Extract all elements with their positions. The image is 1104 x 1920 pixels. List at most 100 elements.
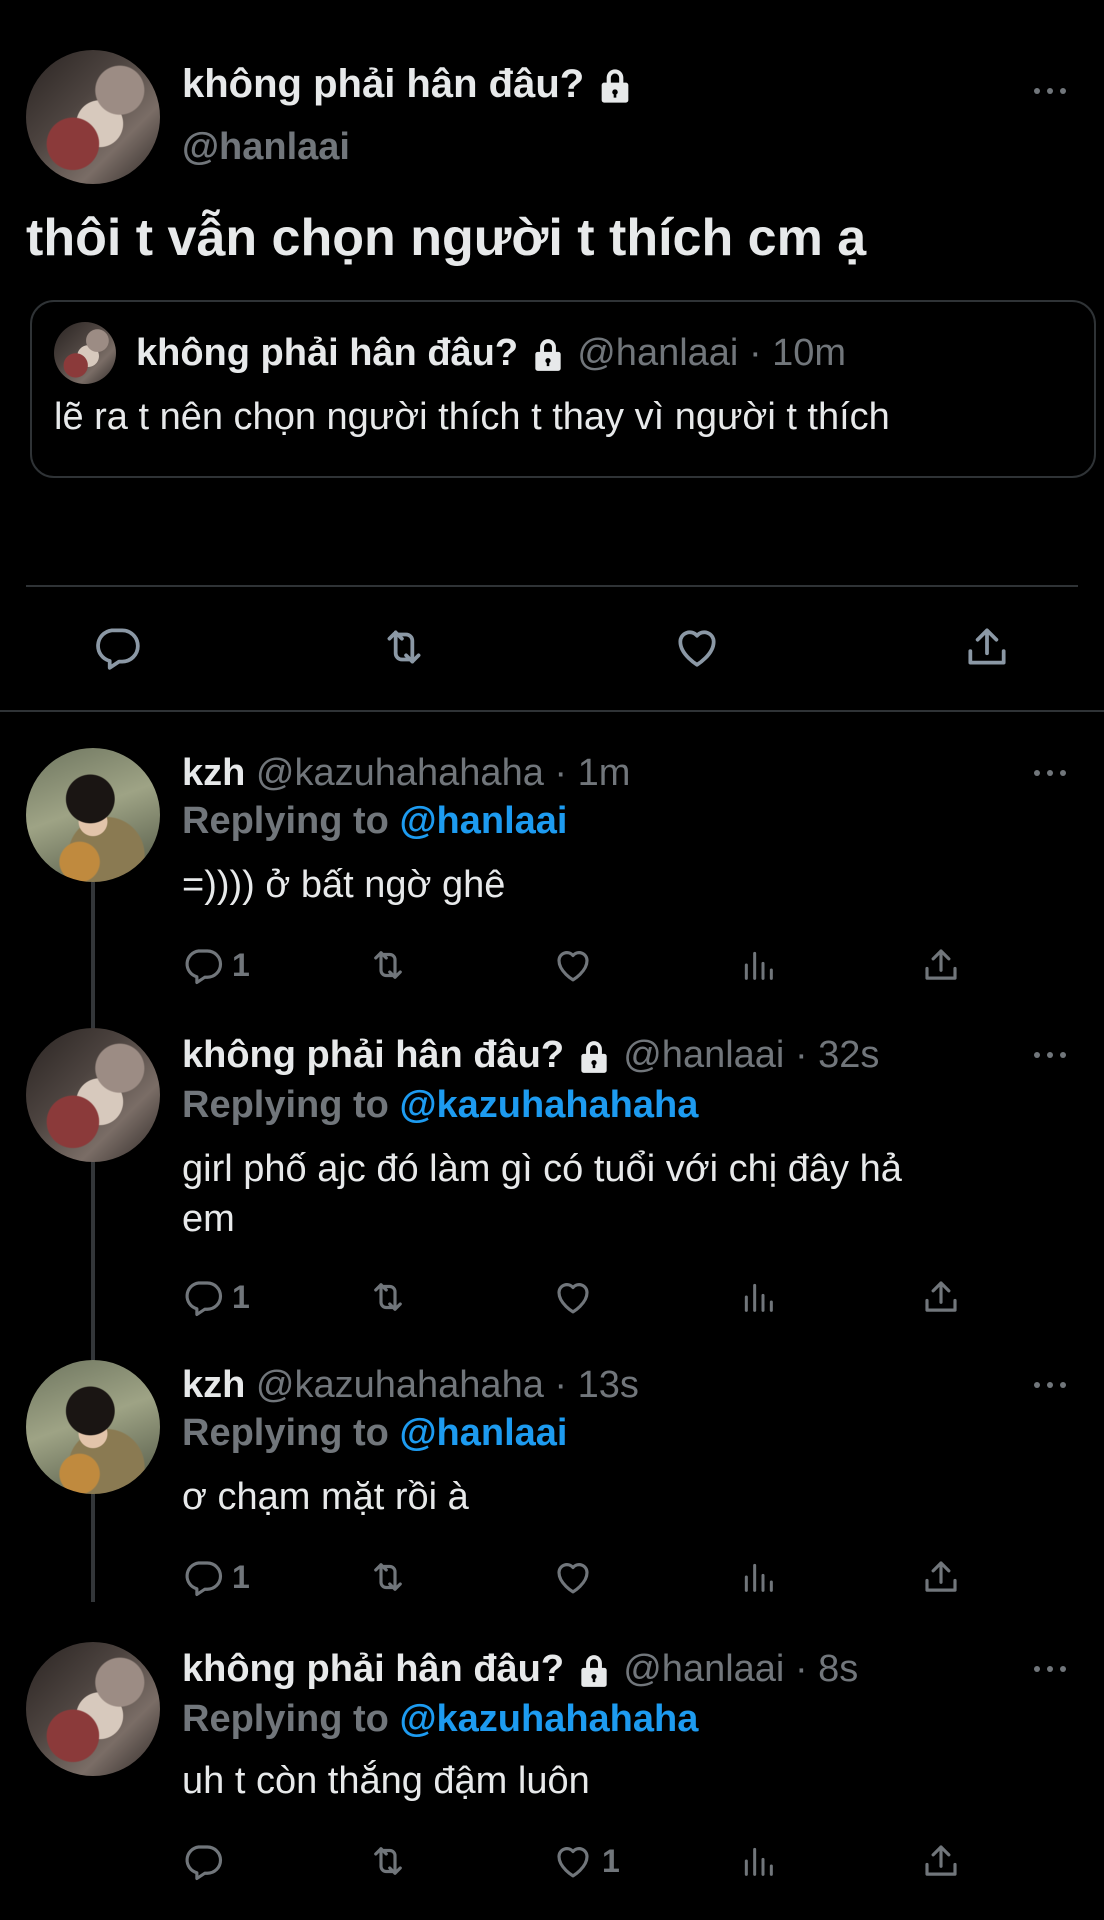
views-button[interactable] [738, 1840, 778, 1882]
share-button[interactable] [962, 622, 1012, 672]
reply-author-handle[interactable]: @hanlaai [623, 1034, 784, 1076]
reply-author-name[interactable]: không phải hân đâu? [182, 1034, 564, 1076]
share-button[interactable] [920, 1840, 962, 1882]
tweet-text: thôi t vẫn chọn người t thích cm ạ [26, 209, 867, 267]
replying-to-label: Replying to [182, 1698, 389, 1740]
reply-icon [185, 1561, 223, 1597]
like-button[interactable] [552, 1556, 602, 1598]
views-icon [744, 1283, 773, 1312]
like-button[interactable]: 1 [552, 1840, 620, 1882]
author-name[interactable]: không phải hân đâu? [182, 62, 584, 106]
share-icon [925, 1561, 957, 1592]
reply-button[interactable]: 1 [182, 1276, 250, 1318]
retweet-icon [374, 1847, 402, 1875]
retweet-button[interactable] [366, 1556, 410, 1598]
reply-author-handle[interactable]: @kazuhahahaha [256, 1364, 544, 1406]
reply-count: 1 [232, 1558, 250, 1595]
reply-icon [185, 1281, 223, 1317]
author-handle[interactable]: @hanlaai [182, 126, 350, 169]
quoted-author-row: không phải hân đâu? @hanlaai · 10m [136, 332, 846, 375]
retweet-button[interactable] [366, 944, 410, 986]
replying-to-label: Replying to [182, 800, 389, 842]
reply-author-handle[interactable]: @hanlaai [623, 1648, 784, 1690]
replying-to-link[interactable]: @hanlaai [399, 1412, 567, 1454]
share-button[interactable] [920, 1276, 962, 1318]
share-icon [925, 1281, 957, 1312]
replying-to: Replying to @hanlaai [182, 800, 567, 843]
retweet-button[interactable] [366, 1840, 410, 1882]
retweet-icon [374, 1283, 402, 1311]
retweet-icon [387, 630, 421, 664]
more-icon[interactable] [1034, 1050, 1068, 1060]
reply-avatar[interactable] [26, 1642, 160, 1776]
reply-icon [185, 1845, 223, 1881]
reply-author-handle[interactable]: @kazuhahahaha [256, 752, 544, 794]
replying-to-label: Replying to [182, 1084, 389, 1126]
share-icon [925, 1845, 957, 1876]
quoted-tweet-card[interactable] [30, 300, 1096, 478]
lock-icon [535, 339, 561, 371]
more-icon[interactable] [1034, 86, 1068, 96]
lock-icon [602, 69, 629, 104]
reply-icon [185, 949, 223, 985]
reply-text-line: girl phố ajc đó làm gì có tuổi với chị đ… [182, 1148, 902, 1190]
quoted-text: lẽ ra t nên chọn người thích t thay vì n… [54, 396, 890, 438]
reply-avatar[interactable] [26, 1028, 160, 1162]
views-button[interactable] [738, 944, 778, 986]
author-name-row: không phải hân đâu? [182, 62, 635, 107]
reply-author-name[interactable]: không phải hân đâu? [182, 1648, 564, 1690]
reply-count: 1 [232, 946, 250, 983]
retweet-icon [374, 1563, 402, 1591]
quoted-author-handle: @hanlaai [577, 332, 739, 374]
replying-to-label: Replying to [182, 1412, 389, 1454]
share-icon [925, 949, 957, 980]
reply-button[interactable]: 1 [182, 1556, 250, 1598]
like-button[interactable] [552, 944, 602, 986]
replying-to-link[interactable]: @kazuhahahaha [399, 1084, 698, 1126]
heart-icon [678, 630, 716, 667]
reply-avatar[interactable] [26, 1360, 160, 1494]
replying-to: Replying to @kazuhahahaha [182, 1698, 698, 1741]
retweet-button[interactable] [378, 622, 430, 672]
author-avatar[interactable] [26, 50, 160, 184]
share-button[interactable] [920, 944, 962, 986]
views-button[interactable] [738, 1276, 778, 1318]
heart-icon [557, 1563, 589, 1594]
reply-header: kzh @kazuhahahaha · 1m [182, 752, 630, 795]
more-icon[interactable] [1034, 768, 1068, 778]
retweet-button[interactable] [366, 1276, 410, 1318]
reply-time: · 1m [554, 752, 631, 794]
thread-line [91, 882, 95, 1602]
reply-text-line: em [182, 1198, 235, 1240]
quoted-time: · 10m [748, 332, 847, 374]
views-icon [744, 1847, 773, 1876]
reply-button[interactable]: 1 [182, 944, 250, 986]
lock-icon [581, 1041, 607, 1073]
quoted-author-name: không phải hân đâu? [136, 332, 519, 374]
divider [0, 710, 1104, 712]
heart-icon [557, 1847, 589, 1878]
retweet-icon [374, 951, 402, 979]
replying-to-link[interactable]: @kazuhahahaha [399, 1698, 698, 1740]
replying-to-link[interactable]: @hanlaai [399, 800, 567, 842]
replying-to: Replying to @kazuhahahaha [182, 1084, 698, 1127]
views-icon [744, 1563, 773, 1592]
reply-count: 1 [232, 1278, 250, 1315]
like-count: 1 [602, 1842, 620, 1879]
reply-text: ơ chạm mặt rồi à [182, 1476, 469, 1518]
like-button[interactable] [552, 1276, 602, 1318]
like-button[interactable] [672, 622, 722, 672]
reply-button[interactable] [182, 1840, 232, 1882]
reply-text: =)))) ở bất ngờ ghê [182, 864, 506, 906]
reply-author-name[interactable]: kzh [182, 752, 245, 794]
reply-time: · 13s [554, 1364, 639, 1406]
views-button[interactable] [738, 1556, 778, 1598]
more-icon[interactable] [1034, 1380, 1068, 1390]
reply-header: không phải hân đâu? @hanlaai · 8s [182, 1648, 858, 1691]
reply-button[interactable] [92, 622, 142, 672]
share-button[interactable] [920, 1556, 962, 1598]
reply-avatar[interactable] [26, 748, 160, 882]
replying-to: Replying to @hanlaai [182, 1412, 567, 1455]
more-icon[interactable] [1034, 1664, 1068, 1674]
reply-author-name[interactable]: kzh [182, 1364, 245, 1406]
